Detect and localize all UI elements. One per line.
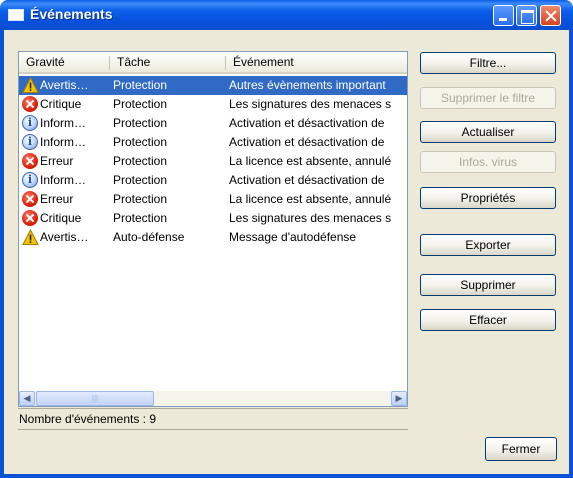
- remove-filter-button[interactable]: Supprimer le filtre: [420, 87, 556, 109]
- delete-button[interactable]: Supprimer: [420, 274, 556, 296]
- refresh-button[interactable]: Actualiser: [420, 121, 556, 143]
- table-row[interactable]: Avertis… Auto-défense Message d'autodéfens…: [19, 228, 407, 247]
- scrollbar-thumb[interactable]: |||: [36, 391, 154, 406]
- virus-info-button[interactable]: Infos. virus: [420, 151, 556, 173]
- cell-severity: Critique: [40, 211, 82, 225]
- table-row[interactable]: i Inform… Protection Activation et désactiv…: [19, 133, 407, 152]
- error-icon: [22, 191, 39, 208]
- cell-severity: Inform…: [40, 116, 87, 130]
- events-window: Événements Gravité Tâche Événement Avert…: [0, 0, 573, 478]
- window-icon: [8, 9, 24, 21]
- cell-task: Auto-défense: [113, 230, 185, 244]
- cell-event: La licence est absente, annulé: [229, 192, 392, 206]
- cell-task: Protection: [113, 192, 168, 206]
- warning-icon: [22, 229, 39, 246]
- table-row[interactable]: i Inform… Protection Activation et désactiv…: [19, 114, 407, 133]
- column-header-event[interactable]: Événement: [226, 52, 406, 72]
- dialog-body: Gravité Tâche Événement Avertis… Protecti…: [4, 30, 569, 474]
- event-count: Nombre d'événements : 9: [19, 412, 157, 426]
- info-icon: i: [22, 134, 39, 151]
- cell-severity: Inform…: [40, 135, 87, 149]
- cell-event: Activation et désactivation de: [229, 135, 385, 149]
- table-row[interactable]: Critique Protection Les signatures des men…: [19, 209, 407, 228]
- cell-severity: Erreur: [40, 192, 74, 206]
- table-row[interactable]: Critique Protection Les signatures des men…: [19, 95, 407, 114]
- info-icon: i: [22, 172, 39, 189]
- window-title: Événements: [30, 6, 113, 22]
- cell-severity: Inform…: [40, 173, 87, 187]
- minimize-button[interactable]: [493, 5, 514, 26]
- title-bar[interactable]: Événements: [0, 0, 573, 30]
- properties-button[interactable]: Propriétés: [420, 187, 556, 209]
- cell-event: Les signatures des menaces s: [229, 211, 392, 225]
- list-header: Gravité Tâche Événement: [19, 52, 407, 74]
- list-rows: Avertis… Protection Autres évènements impo…: [19, 76, 407, 376]
- error-icon: [22, 210, 39, 227]
- error-icon: [22, 96, 39, 113]
- table-row[interactable]: Erreur Protection La licence est absente, …: [19, 190, 407, 209]
- cell-task: Protection: [113, 211, 168, 225]
- cell-event: La licence est absente, annulé: [229, 154, 392, 168]
- table-row[interactable]: Erreur Protection La licence est absente, …: [19, 152, 407, 171]
- export-button[interactable]: Exporter: [420, 234, 556, 256]
- warning-icon: [22, 77, 39, 94]
- cell-event: Message d'autodéfense: [229, 230, 357, 244]
- table-row[interactable]: i Inform… Protection Activation et désactiv…: [19, 171, 407, 190]
- events-list[interactable]: Gravité Tâche Événement Avertis… Protecti…: [18, 51, 408, 407]
- error-icon: [22, 153, 39, 170]
- cell-severity: Avertis…: [40, 78, 89, 92]
- close-button[interactable]: Fermer: [485, 437, 557, 461]
- cell-severity: Erreur: [40, 154, 74, 168]
- status-bar: Nombre d'événements : 9: [18, 408, 408, 430]
- info-icon: i: [22, 115, 39, 132]
- table-row[interactable]: Avertis… Protection Autres évènements impo…: [19, 76, 407, 95]
- cell-event: Activation et désactivation de: [229, 173, 385, 187]
- cell-task: Protection: [113, 97, 168, 111]
- filter-button[interactable]: Filtre...: [420, 52, 556, 74]
- close-window-button[interactable]: [540, 5, 561, 26]
- cell-task: Protection: [113, 173, 168, 187]
- cell-event: Les signatures des menaces s: [229, 97, 392, 111]
- cell-event: Autres évènements important: [229, 78, 386, 92]
- cell-severity: Avertis…: [40, 230, 89, 244]
- clear-button[interactable]: Effacer: [420, 309, 556, 331]
- horizontal-scrollbar[interactable]: ◀ ||| ▶: [19, 391, 407, 406]
- cell-severity: Critique: [40, 97, 82, 111]
- cell-task: Protection: [113, 78, 168, 92]
- cell-task: Protection: [113, 116, 168, 130]
- maximize-button[interactable]: [516, 5, 537, 26]
- cell-task: Protection: [113, 135, 168, 149]
- column-header-severity[interactable]: Gravité: [19, 52, 105, 72]
- cell-event: Activation et désactivation de: [229, 116, 385, 130]
- cell-task: Protection: [113, 154, 168, 168]
- column-header-task[interactable]: Tâche: [110, 52, 225, 72]
- scroll-left-arrow-icon[interactable]: ◀: [19, 391, 35, 406]
- scroll-right-arrow-icon[interactable]: ▶: [391, 391, 407, 406]
